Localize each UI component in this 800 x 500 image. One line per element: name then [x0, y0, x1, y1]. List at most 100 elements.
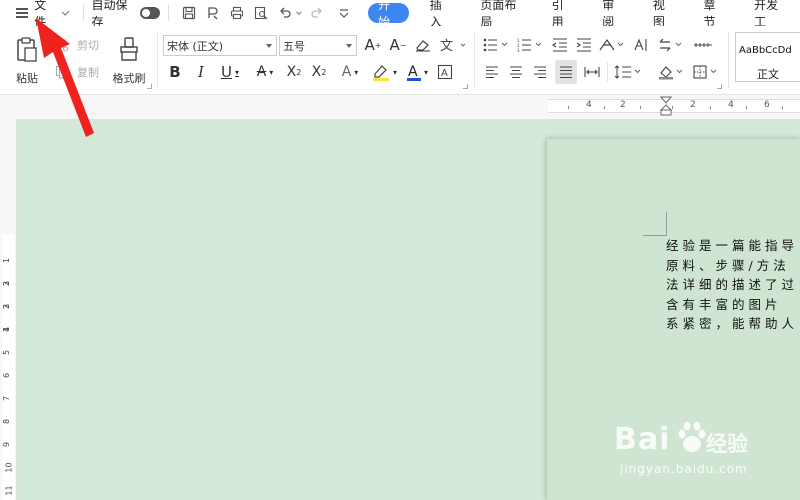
pinyin-guide-icon[interactable]: 文: [439, 36, 467, 54]
tab-home[interactable]: 开始: [368, 0, 409, 29]
tab-sections[interactable]: 章节: [689, 0, 740, 29]
style-normal[interactable]: AaBbCcDd 正文: [735, 32, 800, 82]
ribbon-tabs: 开始 插入 页面布局 引用 审阅 视图 章节 开发工: [362, 0, 800, 29]
font-name-value: 宋体 (正文): [167, 39, 224, 53]
indent-marker-icon[interactable]: [660, 96, 672, 116]
home-ribbon: 粘贴 剪切 复制 格式刷 宋体 (正文) 五号 A + A − 文 B I U ▾ A…: [0, 26, 800, 95]
text-effect-icon[interactable]: A ▾: [336, 62, 364, 82]
align-left-icon[interactable]: [483, 62, 501, 82]
watermark-brand-cn: 经验: [706, 432, 748, 456]
hamburger-icon: [16, 8, 29, 18]
decrease-font-size-icon[interactable]: A −: [389, 36, 407, 54]
print-preview-icon[interactable]: [254, 6, 268, 20]
customize-toolbar-icon[interactable]: [337, 6, 351, 20]
ruler-number: 8: [2, 418, 12, 425]
bullet-list-icon[interactable]: [483, 36, 511, 54]
baidu-jingyan-watermark: Bai 经验 jingyan.baidu.com: [614, 418, 764, 483]
decrease-indent-icon[interactable]: [551, 36, 569, 54]
undo-dropdown-icon[interactable]: [296, 8, 302, 15]
text-line: 法详细的描述了过: [666, 277, 799, 292]
output-pdf-icon[interactable]: [206, 6, 220, 20]
justify-icon[interactable]: [555, 60, 577, 84]
vertical-ruler[interactable]: 3 2 1 1 2 3 4 5 6 7 8 9 10 11: [0, 119, 17, 500]
tab-review[interactable]: 审阅: [587, 0, 638, 29]
vertical-ruler-page-area: [2, 234, 15, 500]
autosave-toggle[interactable]: [140, 7, 161, 19]
shading-icon[interactable]: [657, 62, 687, 82]
redo-icon[interactable]: [310, 6, 324, 20]
ruler-number: 6: [764, 100, 770, 110]
text-line: 系紧密，能帮助人: [666, 316, 799, 331]
font-size-select[interactable]: 五号: [279, 35, 357, 56]
horizontal-ruler-area: 4 2 2 4 6: [0, 95, 800, 119]
svg-text:A: A: [441, 68, 448, 79]
style-preview: AaBbCcDd: [739, 45, 792, 56]
text-line: 经验是一篇能指导: [666, 238, 799, 253]
menu-bar: 文件 自动保存 开始 插入 页面布局 引用 审阅 视图 章节 开发工: [0, 0, 800, 29]
sort-icon[interactable]: [657, 36, 685, 54]
superscript-icon[interactable]: X2: [284, 62, 304, 82]
document-body-text[interactable]: 经验是一篇能指导 原料、步骤/方法 法详细的描述了过 含有丰富的图片 系紧密，能…: [666, 236, 800, 346]
tab-insert[interactable]: 插入: [415, 0, 466, 29]
watermark-url: jingyan.baidu.com: [620, 462, 748, 476]
horizontal-ruler[interactable]: 4 2 2 4 6: [548, 99, 800, 113]
underline-icon[interactable]: U ▾: [216, 62, 244, 82]
bold-icon[interactable]: B: [166, 62, 184, 82]
svg-text:文: 文: [440, 39, 453, 53]
format-painter-label: 格式刷: [112, 72, 146, 85]
distribute-icon[interactable]: [582, 62, 602, 82]
tab-page-layout[interactable]: 页面布局: [465, 0, 536, 29]
line-spacing-icon[interactable]: [614, 62, 644, 82]
format-painter-button[interactable]: 格式刷: [108, 32, 150, 90]
highlight-icon[interactable]: ▾: [369, 62, 399, 82]
tab-developer[interactable]: 开发工: [739, 0, 800, 29]
borders-icon[interactable]: [692, 62, 722, 82]
divider: [157, 32, 158, 88]
ruler-number: 2: [620, 100, 626, 110]
clipboard-group-launcher[interactable]: [147, 84, 152, 89]
ruler-number: 2: [2, 280, 12, 287]
ruler-number: 1: [2, 257, 12, 264]
increase-indent-icon[interactable]: [575, 36, 593, 54]
char-border-icon[interactable]: A: [436, 62, 454, 82]
font-size-value: 五号: [283, 39, 305, 53]
ruler-number: 2: [690, 100, 696, 110]
font-name-select[interactable]: 宋体 (正文): [163, 35, 277, 56]
show-hide-marks-icon[interactable]: [692, 36, 714, 54]
paw-logo-icon: [678, 421, 706, 452]
font-color-icon[interactable]: A ▾: [404, 62, 430, 82]
divider: [607, 62, 608, 82]
undo-icon[interactable]: [278, 6, 292, 20]
tab-view[interactable]: 视图: [638, 0, 689, 29]
align-right-icon[interactable]: [531, 62, 549, 82]
print-icon[interactable]: [230, 6, 244, 20]
font-group-launcher[interactable]: [463, 84, 468, 89]
text-direction-icon[interactable]: [632, 36, 650, 54]
ruler-number: 3: [2, 303, 12, 310]
text-line: 原料、步骤/方法: [666, 257, 790, 273]
svg-text:3: 3: [517, 48, 520, 52]
ruler-number: 4: [586, 100, 592, 110]
ruler-number: 4: [2, 326, 12, 333]
subscript-icon[interactable]: X2: [309, 62, 329, 82]
tab-references[interactable]: 引用: [537, 0, 588, 29]
ruler-number: 5: [2, 349, 12, 356]
divider: [474, 32, 475, 88]
divider: [728, 32, 729, 88]
numbered-list-icon[interactable]: 123: [517, 36, 545, 54]
chinese-layout-icon[interactable]: [599, 36, 625, 54]
paragraph-group-launcher[interactable]: [717, 84, 722, 89]
clear-format-icon[interactable]: [414, 36, 432, 54]
ruler-number: 10: [4, 462, 14, 473]
ruler-number: 11: [4, 485, 14, 496]
align-center-icon[interactable]: [507, 62, 525, 82]
margin-corner-mark: [643, 212, 667, 236]
annotation-arrow-icon: [36, 18, 94, 137]
save-icon[interactable]: [182, 6, 196, 20]
paintbrush-icon: [120, 37, 138, 61]
increase-font-size-icon[interactable]: A +: [364, 36, 382, 54]
strikethrough-icon[interactable]: A ▾: [251, 62, 279, 82]
svg-text:A: A: [408, 64, 418, 80]
ruler-number: 9: [2, 441, 12, 448]
italic-icon[interactable]: I: [192, 62, 210, 82]
